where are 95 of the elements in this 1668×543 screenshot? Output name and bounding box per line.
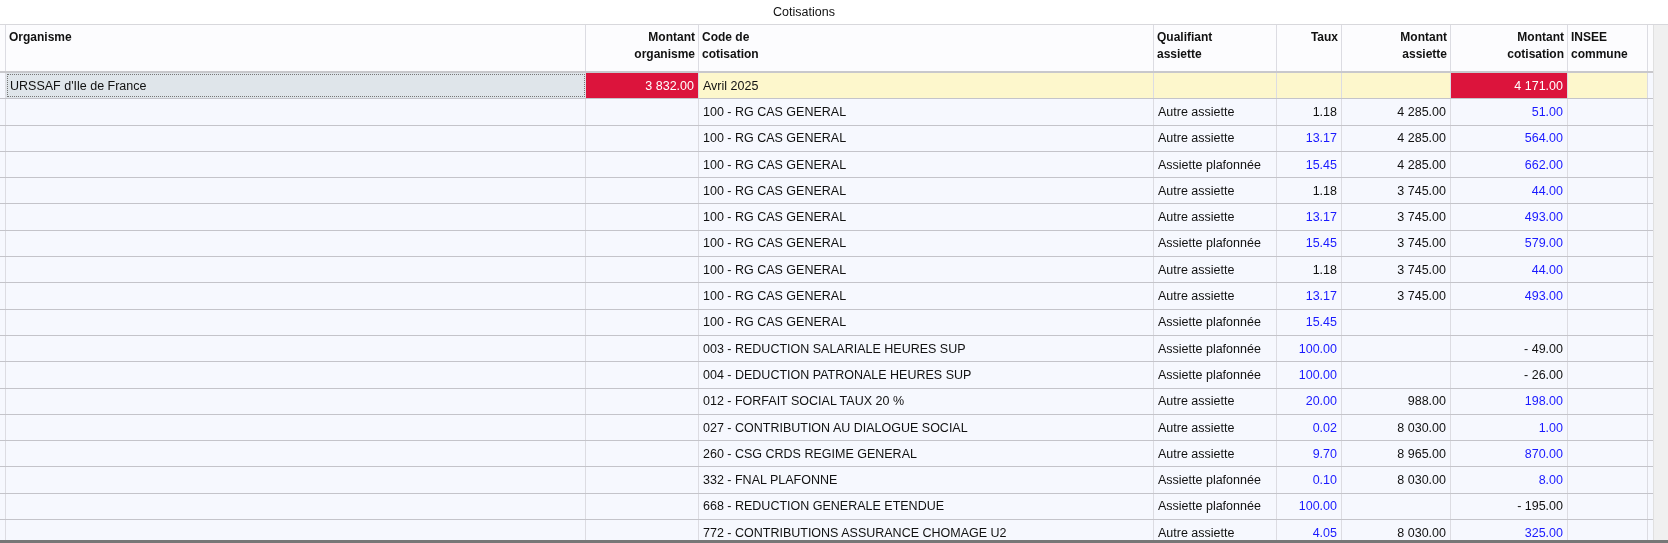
table-cell: 44.00 (1451, 257, 1568, 283)
scrollbar[interactable] (1653, 25, 1668, 540)
table-cell: 100 - RG CAS GENERAL (699, 178, 1154, 204)
column-header[interactable]: Taux (1277, 25, 1342, 71)
table-cell: 100 - RG CAS GENERAL (699, 283, 1154, 309)
table-cell[interactable]: URSSAF d'Ile de France (6, 73, 586, 99)
table-cell: 100.00 (1277, 362, 1342, 388)
table-cell: 100 - RG CAS GENERAL (699, 309, 1154, 335)
table-cell: 4.05 (1277, 520, 1342, 540)
table-cell: 668 - REDUCTION GENERALE ETENDUE (699, 493, 1154, 520)
table-cell: 325.00 (1451, 520, 1568, 540)
table-cell (1277, 73, 1342, 99)
table-cell: 4 285.00 (1342, 99, 1451, 125)
table-cell: 15.45 (1277, 309, 1342, 335)
table-cell: 493.00 (1451, 204, 1568, 230)
table-cell: 3 745.00 (1342, 283, 1451, 309)
table-cell: 100 - RG CAS GENERAL (699, 257, 1154, 283)
table-cell: 100.00 (1277, 335, 1342, 362)
table-cell: 8 030.00 (1342, 467, 1451, 493)
column-header[interactable]: Code de cotisation (699, 25, 1154, 71)
table-cell: 004 - DEDUCTION PATRONALE HEURES SUP (699, 362, 1154, 388)
table-cell: 1.18 (1277, 257, 1342, 283)
table-cell: Autre assiette (1154, 257, 1277, 283)
table-cell: 4 285.00 (1342, 151, 1451, 178)
table-cell: 8 030.00 (1342, 414, 1451, 441)
table-cell: 3 832.00 (586, 73, 699, 99)
column-header[interactable]: Montant cotisation (1451, 25, 1568, 71)
table-cell: 13.17 (1277, 204, 1342, 230)
table-cell: 1.18 (1277, 99, 1342, 125)
table-cell: Autre assiette (1154, 388, 1277, 414)
table-cell: 100 - RG CAS GENERAL (699, 125, 1154, 151)
table-cell: Assiette plafonnée (1154, 309, 1277, 335)
column-header[interactable]: Organisme (6, 25, 586, 71)
table-cell: 3 745.00 (1342, 204, 1451, 230)
table-cell: 3 745.00 (1342, 178, 1451, 204)
table-cell: 332 - FNAL PLAFONNE (699, 467, 1154, 493)
table-cell: 3 745.00 (1342, 230, 1451, 257)
table-cell: - 49.00 (1451, 335, 1568, 362)
table-cell: Autre assiette (1154, 520, 1277, 540)
column-header[interactable]: Qualifiant assiette (1154, 25, 1277, 71)
table-cell: Assiette plafonnée (1154, 467, 1277, 493)
grid-title: Cotisations (773, 5, 835, 19)
table-cell: 493.00 (1451, 283, 1568, 309)
table-cell: 44.00 (1451, 178, 1568, 204)
table-cell: Assiette plafonnée (1154, 230, 1277, 257)
table-cell: 100 - RG CAS GENERAL (699, 204, 1154, 230)
table-cell: 15.45 (1277, 230, 1342, 257)
table-cell: 100 - RG CAS GENERAL (699, 151, 1154, 178)
table-cell: Autre assiette (1154, 178, 1277, 204)
table-cell: 3 745.00 (1342, 257, 1451, 283)
table-cell: 003 - REDUCTION SALARIALE HEURES SUP (699, 335, 1154, 362)
table-cell: 100 - RG CAS GENERAL (699, 230, 1154, 257)
table-cell: 012 - FORFAIT SOCIAL TAUX 20 % (699, 388, 1154, 414)
table-cell: - 26.00 (1451, 362, 1568, 388)
table-cell: 027 - CONTRIBUTION AU DIALOGUE SOCIAL (699, 414, 1154, 441)
column-header[interactable]: Montant organisme (586, 25, 699, 71)
table-cell: 4 171.00 (1451, 73, 1568, 99)
table-cell: 0.10 (1277, 467, 1342, 493)
table-cell: 198.00 (1451, 388, 1568, 414)
table-cell: 579.00 (1451, 230, 1568, 257)
table-cell: 564.00 (1451, 125, 1568, 151)
table-cell: 870.00 (1451, 441, 1568, 467)
table-cell: Autre assiette (1154, 125, 1277, 151)
table-cell: 15.45 (1277, 151, 1342, 178)
table-cell: Assiette plafonnée (1154, 493, 1277, 520)
table-cell: 260 - CSG CRDS REGIME GENERAL (699, 441, 1154, 467)
table-cell: 8.00 (1451, 467, 1568, 493)
table-cell: 8 030.00 (1342, 520, 1451, 540)
table-cell: Assiette plafonnée (1154, 335, 1277, 362)
table-cell: Assiette plafonnée (1154, 362, 1277, 388)
table-cell: 8 965.00 (1342, 441, 1451, 467)
column-header[interactable]: Montant assiette (1342, 25, 1451, 71)
column-header[interactable]: INSEE commune (1568, 25, 1648, 71)
table-cell: Avril 2025 (699, 73, 1154, 99)
table-cell: 13.17 (1277, 283, 1342, 309)
table-cell: 9.70 (1277, 441, 1342, 467)
table-cell: 51.00 (1451, 99, 1568, 125)
table-cell: 20.00 (1277, 388, 1342, 414)
table-cell: 772 - CONTRIBUTIONS ASSURANCE CHOMAGE U2 (699, 520, 1154, 540)
table-cell: 100.00 (1277, 493, 1342, 520)
table-cell: 662.00 (1451, 151, 1568, 178)
table-cell: - 195.00 (1451, 493, 1568, 520)
table-cell: Assiette plafonnée (1154, 151, 1277, 178)
table-cell: Autre assiette (1154, 441, 1277, 467)
table-cell: Autre assiette (1154, 283, 1277, 309)
table-cell: Autre assiette (1154, 414, 1277, 441)
table-cell: 1.00 (1451, 414, 1568, 441)
table-cell: Autre assiette (1154, 204, 1277, 230)
table-cell: 1.18 (1277, 178, 1342, 204)
table-cell: Autre assiette (1154, 99, 1277, 125)
table-cell: 0.02 (1277, 414, 1342, 441)
table-cell: 988.00 (1342, 388, 1451, 414)
table-cell: 4 285.00 (1342, 125, 1451, 151)
table-cell: 13.17 (1277, 125, 1342, 151)
table-cell: 100 - RG CAS GENERAL (699, 99, 1154, 125)
